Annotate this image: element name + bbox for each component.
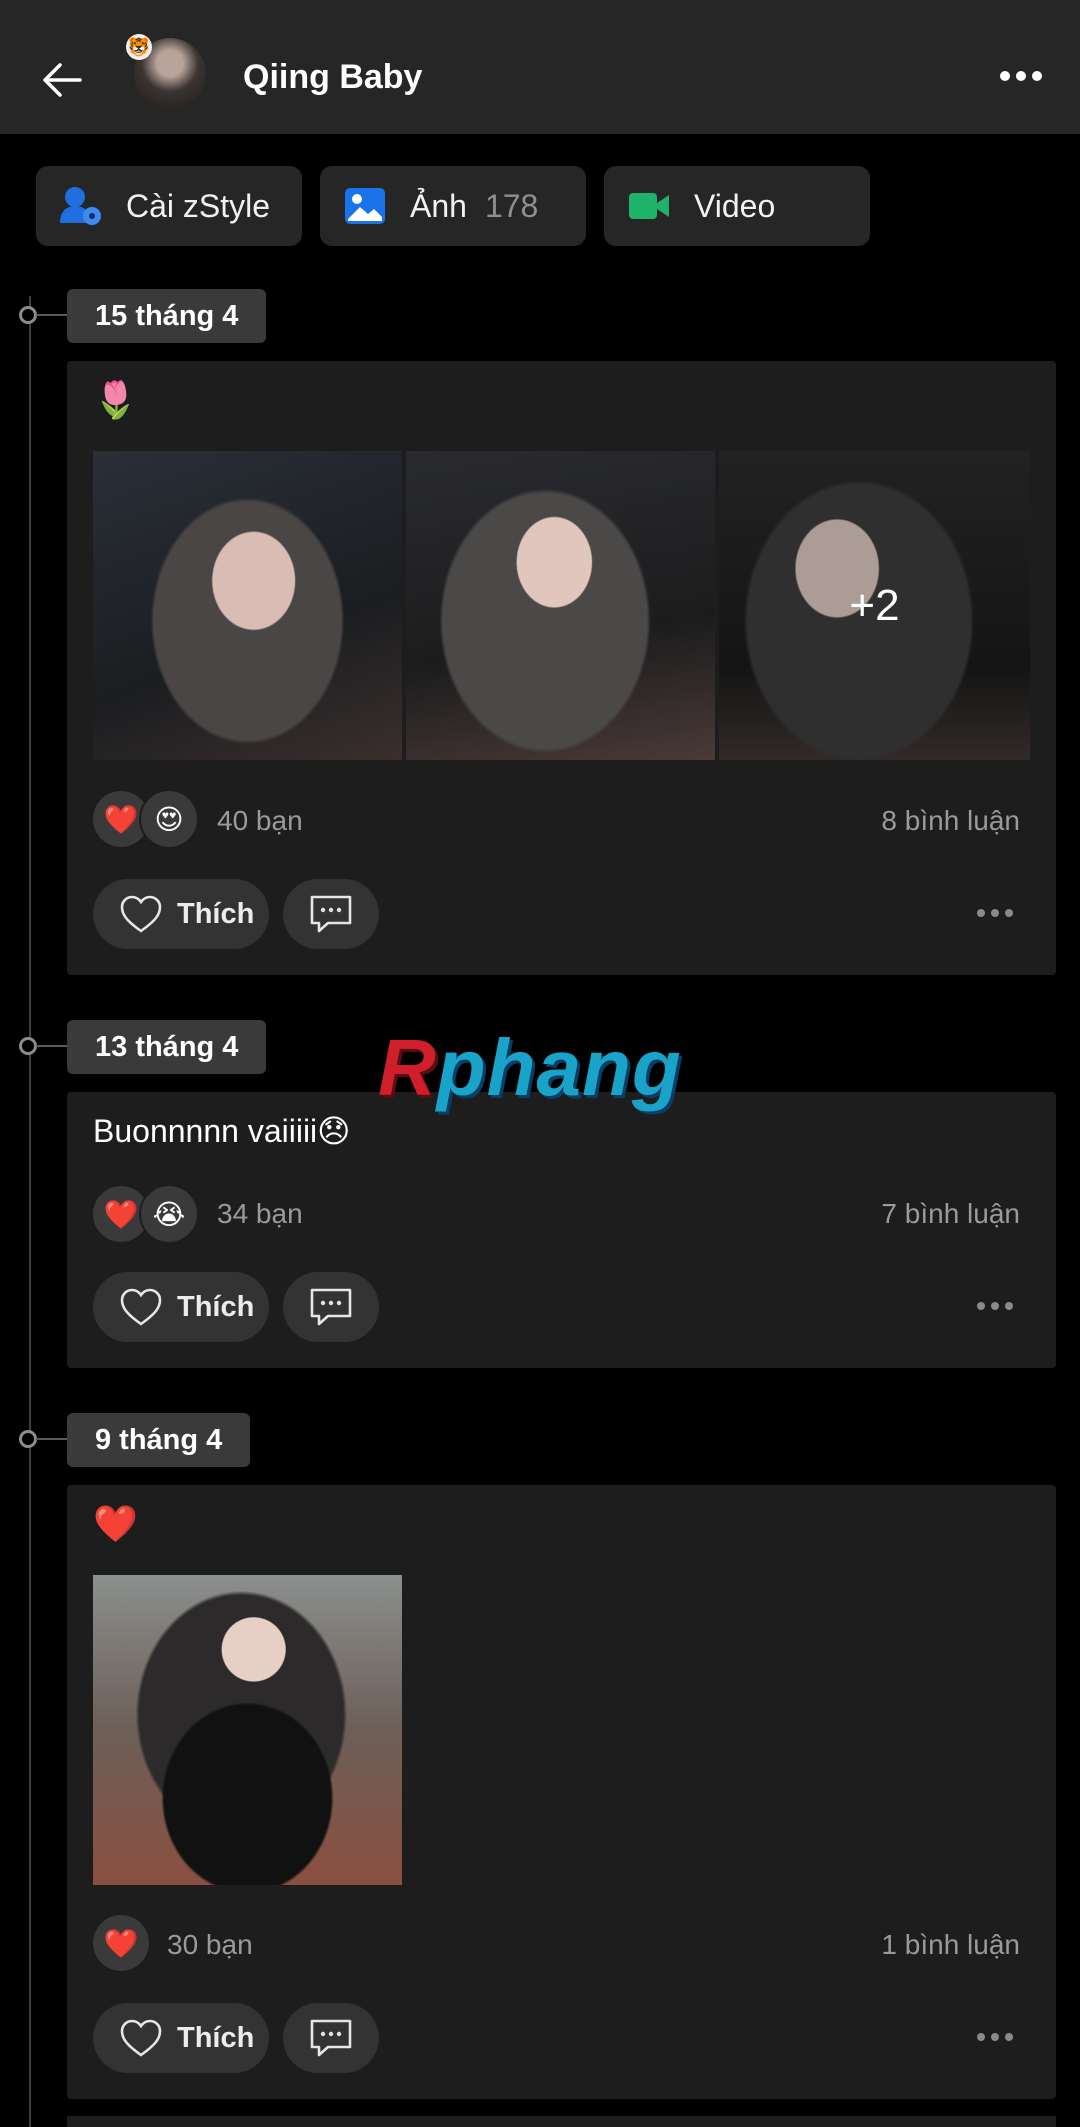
- watermark-first-letter: R: [378, 1023, 437, 1112]
- post-text: Buonnnnn vaiiiii😞: [93, 1113, 351, 1149]
- comment-count[interactable]: 8 bình luận: [881, 805, 1020, 837]
- comment-button[interactable]: [283, 2003, 379, 2073]
- watermark-rest: phang: [436, 1023, 682, 1112]
- heart-eyes-reaction-icon: 😍: [141, 791, 197, 847]
- zstyle-button[interactable]: Cài zStyle: [36, 166, 302, 246]
- next-post-card: [67, 2116, 1056, 2127]
- post-text: 🌷: [93, 379, 138, 420]
- post-date: 15 tháng 4: [67, 289, 267, 343]
- timeline-branch: [36, 314, 68, 316]
- zstyle-label: Cài zStyle: [126, 187, 271, 224]
- heart-reaction-icon: ❤️: [93, 1915, 149, 1971]
- post-photo[interactable]: [93, 1575, 402, 1885]
- avatar-badge-icon: 🐯: [126, 34, 152, 60]
- timeline-node: [19, 1430, 37, 1448]
- reaction-count[interactable]: 34 bạn: [217, 1198, 303, 1230]
- post-photo[interactable]: +2: [719, 451, 1030, 760]
- top-bar: 🐯 Qiing Baby: [0, 0, 1080, 134]
- post-photo[interactable]: [93, 451, 402, 760]
- post-card: 🌷 +2 ❤️ 😍 40 bạn 8 bình luận Thích: [67, 361, 1056, 975]
- comment-button[interactable]: [283, 879, 379, 949]
- like-button[interactable]: Thích: [93, 879, 269, 949]
- reaction-icons[interactable]: ❤️ 😭: [93, 1186, 197, 1242]
- like-label: Thích: [177, 1290, 255, 1323]
- crying-reaction-icon: 😭: [141, 1186, 197, 1242]
- timeline-node: [19, 1037, 37, 1055]
- like-label: Thích: [177, 2021, 255, 2054]
- video-camera-icon: [629, 193, 669, 219]
- heart-outline-icon: [120, 895, 162, 933]
- comment-bubble-icon: [310, 1288, 352, 1326]
- post-more-icon[interactable]: [977, 909, 1017, 919]
- more-options-icon[interactable]: [1000, 68, 1048, 92]
- comment-count[interactable]: 7 bình luận: [881, 1198, 1020, 1230]
- post-more-icon[interactable]: [977, 1302, 1017, 1312]
- comment-count[interactable]: 1 bình luận: [881, 1929, 1020, 1961]
- comment-button[interactable]: [283, 1272, 379, 1342]
- post-card: Buonnnnn vaiiiii😞 ❤️ 😭 34 bạn 7 bình luậ…: [67, 1092, 1056, 1368]
- timeline-line: [29, 296, 31, 2127]
- heart-outline-icon: [120, 1288, 162, 1326]
- photos-count: 178: [484, 187, 539, 224]
- comment-bubble-icon: [310, 2019, 352, 2057]
- zstyle-person-icon: [60, 187, 101, 225]
- comment-bubble-icon: [310, 895, 352, 933]
- more-photos-count: +2: [719, 451, 1030, 760]
- like-label: Thích: [177, 897, 255, 930]
- profile-name[interactable]: Qiing Baby: [243, 58, 422, 97]
- video-label: Video: [694, 187, 776, 224]
- back-arrow-icon[interactable]: [36, 54, 88, 106]
- post-text: ❤️: [93, 1503, 138, 1544]
- heart-outline-icon: [120, 2019, 162, 2057]
- reaction-icons[interactable]: ❤️ 😍: [93, 791, 197, 847]
- reaction-icons[interactable]: ❤️: [93, 1915, 149, 1971]
- post-date: 13 tháng 4: [67, 1020, 267, 1074]
- post-date: 9 tháng 4: [67, 1413, 251, 1467]
- photos-label: Ảnh: [410, 187, 467, 224]
- post-card: ❤️ ❤️ 30 bạn 1 bình luận Thích: [67, 1485, 1056, 2099]
- timeline-branch: [36, 1438, 68, 1440]
- like-button[interactable]: Thích: [93, 1272, 269, 1342]
- post-photo[interactable]: [406, 451, 715, 760]
- timeline-node: [19, 306, 37, 324]
- photo-icon: [345, 188, 385, 224]
- reaction-count[interactable]: 30 bạn: [167, 1929, 253, 1961]
- like-button[interactable]: Thích: [93, 2003, 269, 2073]
- video-button[interactable]: Video: [604, 166, 870, 246]
- watermark-logo: Rphang: [378, 1022, 682, 1114]
- post-more-icon[interactable]: [977, 2033, 1017, 2043]
- timeline-branch: [36, 1045, 68, 1047]
- reaction-count[interactable]: 40 bạn: [217, 805, 303, 837]
- photos-button[interactable]: Ảnh 178: [320, 166, 586, 246]
